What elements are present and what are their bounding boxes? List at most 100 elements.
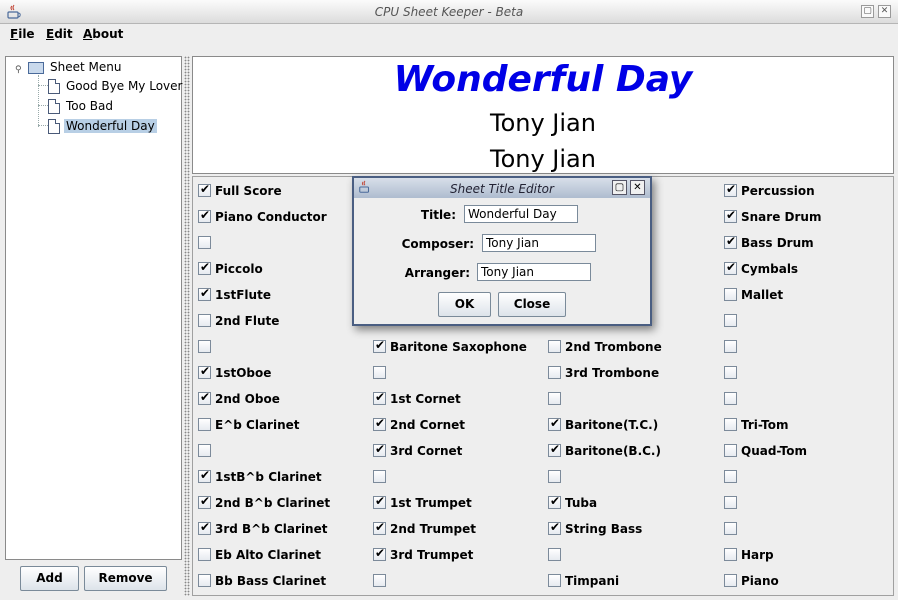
checkbox-box[interactable]: [198, 444, 211, 457]
checkbox-label: Piano Conductor: [215, 210, 327, 224]
menu-edit[interactable]: Edit: [46, 27, 73, 41]
checkbox-label: 2nd Trombone: [565, 340, 662, 354]
checkbox-box[interactable]: [724, 366, 737, 379]
checkbox-box[interactable]: [724, 548, 737, 561]
add-button[interactable]: Add: [20, 566, 79, 591]
checkmark-icon: ✔: [550, 416, 561, 430]
menu-file[interactable]: File: [10, 27, 35, 41]
tree-item-too-bad[interactable]: Too Bad: [48, 97, 115, 115]
checkmark-icon: ✔: [375, 416, 386, 430]
tree-item-wonderful-day[interactable]: Wonderful Day: [48, 117, 157, 135]
checkbox-box[interactable]: ✔: [198, 286, 211, 301]
ok-button[interactable]: OK: [438, 292, 491, 317]
checkbox-box[interactable]: ✔: [198, 390, 211, 405]
checkbox-box[interactable]: ✔: [373, 520, 386, 535]
checkbox-box[interactable]: ✔: [548, 416, 561, 431]
checkbox-box[interactable]: [724, 340, 737, 353]
checkmark-icon: ✔: [550, 520, 561, 534]
checkbox-box[interactable]: [724, 314, 737, 327]
checkbox-box[interactable]: ✔: [198, 208, 211, 223]
checkbox-box[interactable]: ✔: [548, 442, 561, 457]
checkbox-box[interactable]: ✔: [724, 182, 737, 197]
remove-button[interactable]: Remove: [84, 566, 167, 591]
checkbox-box[interactable]: [198, 340, 211, 353]
checkbox-box[interactable]: ✔: [198, 494, 211, 509]
tree-root[interactable]: Sheet Menu: [28, 58, 123, 76]
checkmark-icon: ✔: [200, 260, 211, 274]
checkbox-box[interactable]: ✔: [198, 364, 211, 379]
tree-expand-toggle-icon[interactable]: ⚲: [15, 65, 22, 75]
close-button[interactable]: Close: [498, 292, 566, 317]
title-field[interactable]: Wonderful Day: [464, 205, 578, 223]
close-window-button[interactable]: ✕: [878, 5, 891, 18]
checkbox-box[interactable]: [724, 288, 737, 301]
checkbox-box[interactable]: ✔: [724, 234, 737, 249]
checkbox-box[interactable]: ✔: [198, 468, 211, 483]
checkbox-box[interactable]: ✔: [198, 260, 211, 275]
checkbox-label: Cymbals: [741, 262, 799, 276]
song-title: Wonderful Day: [393, 59, 693, 100]
checkbox-label: 1stB^b Clarinet: [215, 470, 322, 484]
checkbox-box[interactable]: [724, 470, 737, 483]
checkbox-box[interactable]: ✔: [198, 182, 211, 197]
composer-name: Tony Jian: [490, 109, 596, 137]
checkbox-label: Mallet: [741, 288, 784, 302]
checkbox-box[interactable]: [548, 392, 561, 405]
checkbox-label: 3rd Trumpet: [390, 548, 474, 562]
checkbox-box[interactable]: ✔: [373, 442, 386, 457]
split-pane-divider[interactable]: [184, 56, 190, 596]
checkbox-box[interactable]: ✔: [373, 546, 386, 561]
menu-bar: File Edit About: [0, 24, 898, 46]
checkbox-box[interactable]: ✔: [548, 494, 561, 509]
composer-field[interactable]: Tony Jian: [482, 234, 596, 252]
checkbox-label: 1stOboe: [215, 366, 272, 380]
checkbox-box[interactable]: [373, 574, 386, 587]
checkbox-box[interactable]: [198, 548, 211, 561]
checkbox-box[interactable]: [724, 496, 737, 509]
checkbox-box[interactable]: ✔: [724, 260, 737, 275]
composer-label: Composer:: [401, 237, 474, 251]
checkbox-label: Eb Alto Clarinet: [215, 548, 321, 562]
checkbox-box[interactable]: [724, 522, 737, 535]
checkbox-label: 3rd B^b Clarinet: [215, 522, 328, 536]
dialog-close-icon[interactable]: ✕: [630, 180, 645, 195]
checkbox-box[interactable]: [198, 236, 211, 249]
tree-item-good-bye-my-lover[interactable]: Good Bye My Lover: [48, 77, 184, 95]
checkbox-box[interactable]: ✔: [373, 494, 386, 509]
checkbox-box[interactable]: ✔: [373, 338, 386, 353]
checkbox-box[interactable]: ✔: [373, 390, 386, 405]
checkbox-label: 2nd Oboe: [215, 392, 280, 406]
checkmark-icon: ✔: [200, 390, 211, 404]
checkmark-icon: ✔: [726, 182, 737, 196]
sheet-title-editor-dialog: Sheet Title Editor ▢ ✕ Title: Wonderful …: [352, 176, 652, 326]
checkbox-box[interactable]: [724, 392, 737, 405]
checkmark-icon: ✔: [375, 546, 386, 560]
checkbox-box[interactable]: [198, 574, 211, 587]
checkbox-box[interactable]: [198, 418, 211, 431]
checkbox-box[interactable]: ✔: [373, 416, 386, 431]
menu-about[interactable]: About: [83, 27, 123, 41]
sheet-tree[interactable]: ⚲ Sheet Menu Good Bye My Lover Too Bad W…: [5, 56, 182, 560]
document-icon: [48, 99, 60, 114]
checkbox-box[interactable]: [724, 444, 737, 457]
checkbox-label: 2nd Cornet: [390, 418, 466, 432]
checkbox-box[interactable]: ✔: [198, 520, 211, 535]
maximize-button[interactable]: ▢: [861, 5, 874, 18]
checkbox-box[interactable]: [548, 340, 561, 353]
checkbox-box[interactable]: [548, 574, 561, 587]
title-label: Title:: [420, 208, 456, 222]
arranger-field[interactable]: Tony Jian: [477, 263, 591, 281]
checkbox-box[interactable]: [373, 470, 386, 483]
checkbox-box[interactable]: [198, 314, 211, 327]
dialog-maximize-button[interactable]: ▢: [612, 180, 627, 195]
checkbox-box[interactable]: [548, 548, 561, 561]
checkbox-box[interactable]: [548, 470, 561, 483]
window-title-bar[interactable]: CPU Sheet Keeper - Beta ▢ ✕: [0, 0, 898, 24]
checkbox-box[interactable]: [548, 366, 561, 379]
checkbox-box[interactable]: [724, 418, 737, 431]
checkbox-box[interactable]: ✔: [724, 208, 737, 223]
checkbox-box[interactable]: ✔: [548, 520, 561, 535]
checkbox-box[interactable]: [724, 574, 737, 587]
checkbox-box[interactable]: [373, 366, 386, 379]
dialog-title-bar[interactable]: Sheet Title Editor ▢ ✕: [354, 178, 650, 198]
